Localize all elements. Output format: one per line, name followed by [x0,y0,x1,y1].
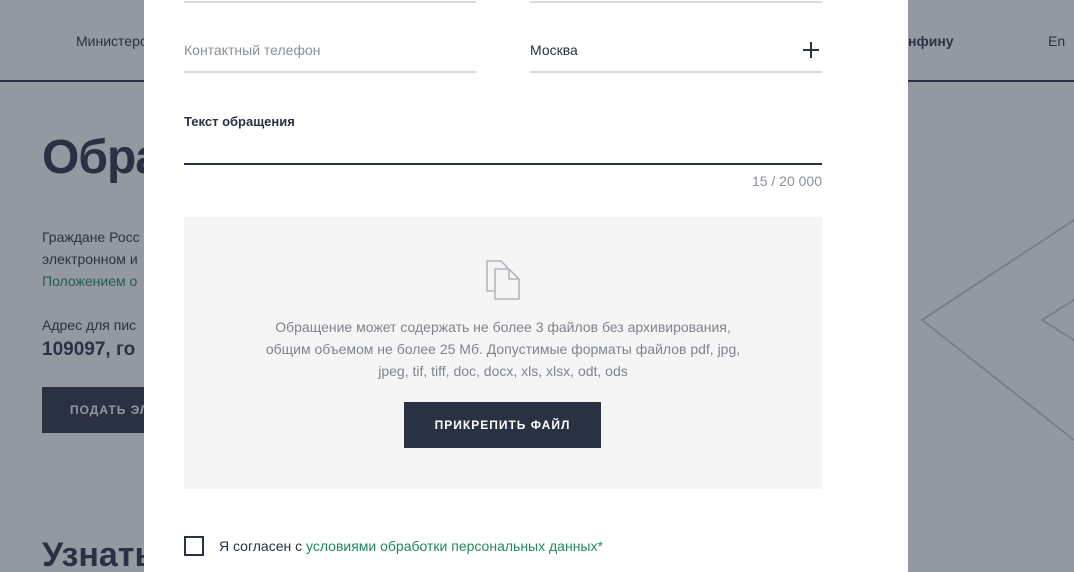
upload-info-line: общим объемом не более 25 Мб. Допустимые… [265,341,741,357]
consent-text: Я согласен с условиями обработки персона… [219,538,603,554]
phone-underline [184,71,476,73]
upload-info-line: Обращение может содержать не более 3 фай… [275,319,731,335]
message-underline [184,163,822,165]
message-label: Текст обращения [184,114,295,129]
consent-prefix: Я согласен с [219,538,306,554]
file-upload-area[interactable]: Обращение может содержать не более 3 фай… [184,217,822,489]
upload-info-line: jpeg, tif, tiff, doc, docx, xls, xlsx, o… [378,363,628,379]
attach-file-button[interactable]: ПРИКРЕПИТЬ ФАЙЛ [404,402,601,448]
city-value: Москва [530,42,578,58]
appeal-form-modal: Контактный телефон Москва Текст обращени… [144,0,908,572]
field-underline [530,1,822,3]
plus-icon[interactable] [803,42,819,58]
consent-checkbox[interactable] [184,536,204,556]
message-textarea[interactable] [184,134,822,164]
city-underline [530,71,822,73]
character-counter: 15 / 20 000 [751,173,822,189]
phone-placeholder: Контактный телефон [184,42,321,58]
documents-icon [486,260,520,300]
field-underline [184,1,476,3]
personal-data-terms-link[interactable]: условиями обработки персональных данных* [306,538,603,554]
